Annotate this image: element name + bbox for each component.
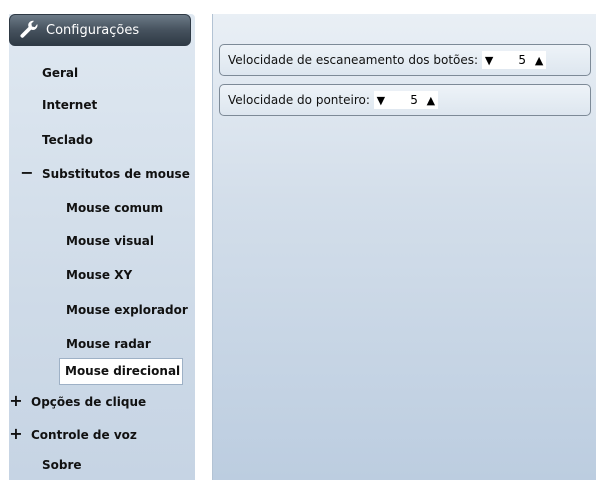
sidebar-item-label: Opções de clique [31, 395, 147, 409]
sidebar: Configurações Geral Internet Teclado − Su… [9, 14, 195, 480]
sidebar-item-controle-de-voz[interactable]: + Controle de voz [9, 423, 137, 445]
sidebar-item-label: Controle de voz [31, 428, 137, 442]
sidebar-item-sobre[interactable]: Sobre [42, 454, 82, 476]
sidebar-item-label: Mouse direcional [65, 364, 181, 378]
scan-speed-setting: Velocidade de escaneamento dos botões: ▼… [219, 44, 591, 76]
sidebar-item-label: Substitutos de mouse [42, 167, 190, 181]
scan-speed-value[interactable]: 5 [496, 53, 532, 67]
sidebar-item-label: Mouse visual [66, 234, 155, 248]
sidebar-item-mouse-radar[interactable]: Mouse radar [66, 333, 151, 355]
expand-icon[interactable]: + [9, 423, 23, 445]
sidebar-item-substitutos-de-mouse[interactable]: − Substitutos de mouse [20, 162, 190, 184]
sidebar-item-internet[interactable]: Internet [42, 94, 97, 116]
expand-icon[interactable]: + [9, 390, 23, 412]
sidebar-item-mouse-explorador[interactable]: Mouse explorador [66, 299, 188, 321]
sidebar-item-label: Geral [42, 66, 79, 80]
wrench-icon [20, 20, 38, 38]
pointer-speed-spinner[interactable]: ▼ 5 ▲ [373, 91, 438, 109]
sidebar-header[interactable]: Configurações [9, 14, 191, 46]
decrement-arrow-icon[interactable]: ▼ [482, 54, 496, 67]
sidebar-item-label: Mouse comum [66, 201, 164, 215]
sidebar-item-label: Mouse explorador [66, 303, 188, 317]
sidebar-item-label: Internet [42, 98, 98, 112]
sidebar-item-geral[interactable]: Geral [42, 62, 78, 84]
sidebar-item-label: Sobre [42, 458, 82, 472]
increment-arrow-icon[interactable]: ▲ [424, 94, 438, 107]
settings-panel: Velocidade de escaneamento dos botões: ▼… [212, 14, 596, 480]
pointer-speed-setting: Velocidade do ponteiro: ▼ 5 ▲ [219, 84, 591, 116]
sidebar-item-mouse-visual[interactable]: Mouse visual [66, 230, 154, 252]
sidebar-item-label: Mouse XY [66, 268, 133, 282]
collapse-icon[interactable]: − [20, 162, 34, 184]
sidebar-item-teclado[interactable]: Teclado [42, 129, 93, 151]
sidebar-item-opcoes-de-clique[interactable]: + Opções de clique [9, 390, 146, 412]
sidebar-item-mouse-comum[interactable]: Mouse comum [66, 197, 163, 219]
sidebar-item-label: Mouse radar [66, 337, 151, 351]
sidebar-item-mouse-direcional[interactable]: Mouse direcional [59, 358, 183, 385]
pointer-speed-label: Velocidade do ponteiro: [228, 93, 370, 107]
sidebar-item-mouse-xy[interactable]: Mouse XY [66, 264, 132, 286]
scan-speed-spinner[interactable]: ▼ 5 ▲ [482, 51, 547, 69]
scan-speed-label: Velocidade de escaneamento dos botões: [228, 53, 479, 67]
pointer-speed-value[interactable]: 5 [388, 93, 424, 107]
increment-arrow-icon[interactable]: ▲ [532, 54, 546, 67]
sidebar-title: Configurações [46, 22, 140, 38]
sidebar-item-label: Teclado [42, 133, 93, 147]
decrement-arrow-icon[interactable]: ▼ [374, 94, 388, 107]
